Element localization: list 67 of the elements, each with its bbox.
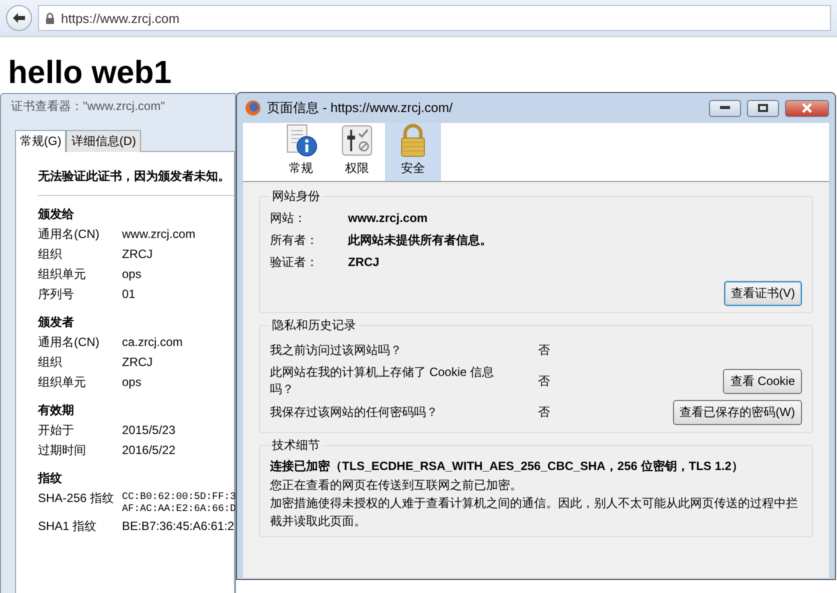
answer-text: 否 xyxy=(537,372,551,390)
field-label: SHA1 指纹 xyxy=(38,518,98,535)
field-label: 网站： xyxy=(270,210,307,227)
field-value: ops xyxy=(122,374,142,391)
address-bar[interactable]: https://www.zrcj.com xyxy=(38,5,831,31)
field-value: 2016/5/22 xyxy=(122,442,176,459)
group-title: 技术细节 xyxy=(271,437,321,454)
minimize-icon xyxy=(720,106,730,110)
field-label: 组织单元 xyxy=(38,266,87,283)
group-title: 网站身份 xyxy=(271,188,321,205)
answer-text: 否 xyxy=(537,404,551,420)
section-heading: 有效期 xyxy=(38,402,75,419)
question-text: 我保存过该网站的任何密码吗？ xyxy=(270,404,439,420)
warning-text: 无法验证此证书，因为颁发者未知。 xyxy=(38,152,234,196)
browser-logo-icon xyxy=(245,100,261,116)
maximize-icon xyxy=(758,104,768,112)
minimize-button[interactable] xyxy=(709,100,741,116)
tab[interactable]: 详细信息(D) xyxy=(66,130,141,152)
question-text: 我之前访问过该网站吗？ xyxy=(270,342,403,358)
page-heading: hello web1 xyxy=(7,53,173,91)
description-text: 加密措施使得未授权的人难于查看计算机之间的通信。因此，别人不太可能从此网页传送的过程中拦截并读取此页面。 xyxy=(270,495,799,530)
field-label: 开始于 xyxy=(38,422,75,439)
field-label: 验证者： xyxy=(270,254,319,271)
field-value: BE:B7:36:45:A6:61:2 xyxy=(122,518,234,535)
field-label: 通用名(CN) xyxy=(38,334,100,351)
window-title: 页面信息 - https://www.zrcj.com/ xyxy=(267,99,454,117)
section-heading: 颁发给 xyxy=(38,206,75,223)
field-label: SHA-256 指纹 xyxy=(38,490,116,507)
field-value: ZRCJ xyxy=(348,254,380,271)
close-icon xyxy=(802,103,812,113)
field-value: ZRCJ xyxy=(122,354,153,371)
url-text: https://www.zrcj.com xyxy=(61,10,180,26)
section-heading: 指纹 xyxy=(38,470,63,487)
padlock-icon xyxy=(45,12,55,24)
field-value: www.zrcj.com xyxy=(122,226,196,243)
field-label: 通用名(CN) xyxy=(38,226,100,243)
field-label: 组织 xyxy=(38,354,63,371)
view-button[interactable]: 查看 Cookie xyxy=(723,368,802,394)
field-value: ops xyxy=(122,266,142,283)
window-title: 证书查看器："www.zrcj.com" xyxy=(10,98,166,115)
group-title: 隐私和历史记录 xyxy=(271,317,357,334)
field-label: 组织单元 xyxy=(38,374,87,391)
question-text: 此网站在我的计算机上存储了 Cookie 信息吗？ xyxy=(270,364,496,398)
encryption-summary: 连接已加密（TLS_ECDHE_RSA_WITH_AES_256_CBC_SHA，256 位密钥，TLS 1.2） xyxy=(270,458,744,475)
tab[interactable]: 安全 xyxy=(385,123,441,181)
back-button[interactable] xyxy=(6,5,32,31)
field-value: www.zrcj.com xyxy=(348,210,428,227)
section-heading: 颁发者 xyxy=(38,314,75,331)
view-certificate-button[interactable]: 查看证书(V) xyxy=(724,281,802,306)
close-button[interactable] xyxy=(785,100,829,116)
field-value: ZRCJ xyxy=(122,246,153,263)
back-arrow-icon xyxy=(12,12,26,24)
maximize-button[interactable] xyxy=(747,100,779,116)
field-label: 过期时间 xyxy=(38,442,87,459)
view-button[interactable]: 查看已保存的密码(W) xyxy=(672,400,802,424)
answer-text: 否 xyxy=(537,342,551,358)
tab[interactable]: 常规(G) xyxy=(15,130,66,152)
tab[interactable]: 常规 xyxy=(273,123,329,181)
description-text: 您正在查看的网页在传送到互联网之前已加密。 xyxy=(270,477,523,494)
field-label: 序列号 xyxy=(38,286,75,303)
field-value: ca.zrcj.com xyxy=(122,334,183,351)
field-label: 所有者： xyxy=(270,232,319,249)
field-label: 组织 xyxy=(38,246,63,263)
field-value: 01 xyxy=(122,286,136,303)
field-value: 2015/5/23 xyxy=(122,422,176,439)
tab[interactable]: 权限 xyxy=(329,123,385,181)
field-value: 此网站未提供所有者信息。 xyxy=(348,232,492,249)
